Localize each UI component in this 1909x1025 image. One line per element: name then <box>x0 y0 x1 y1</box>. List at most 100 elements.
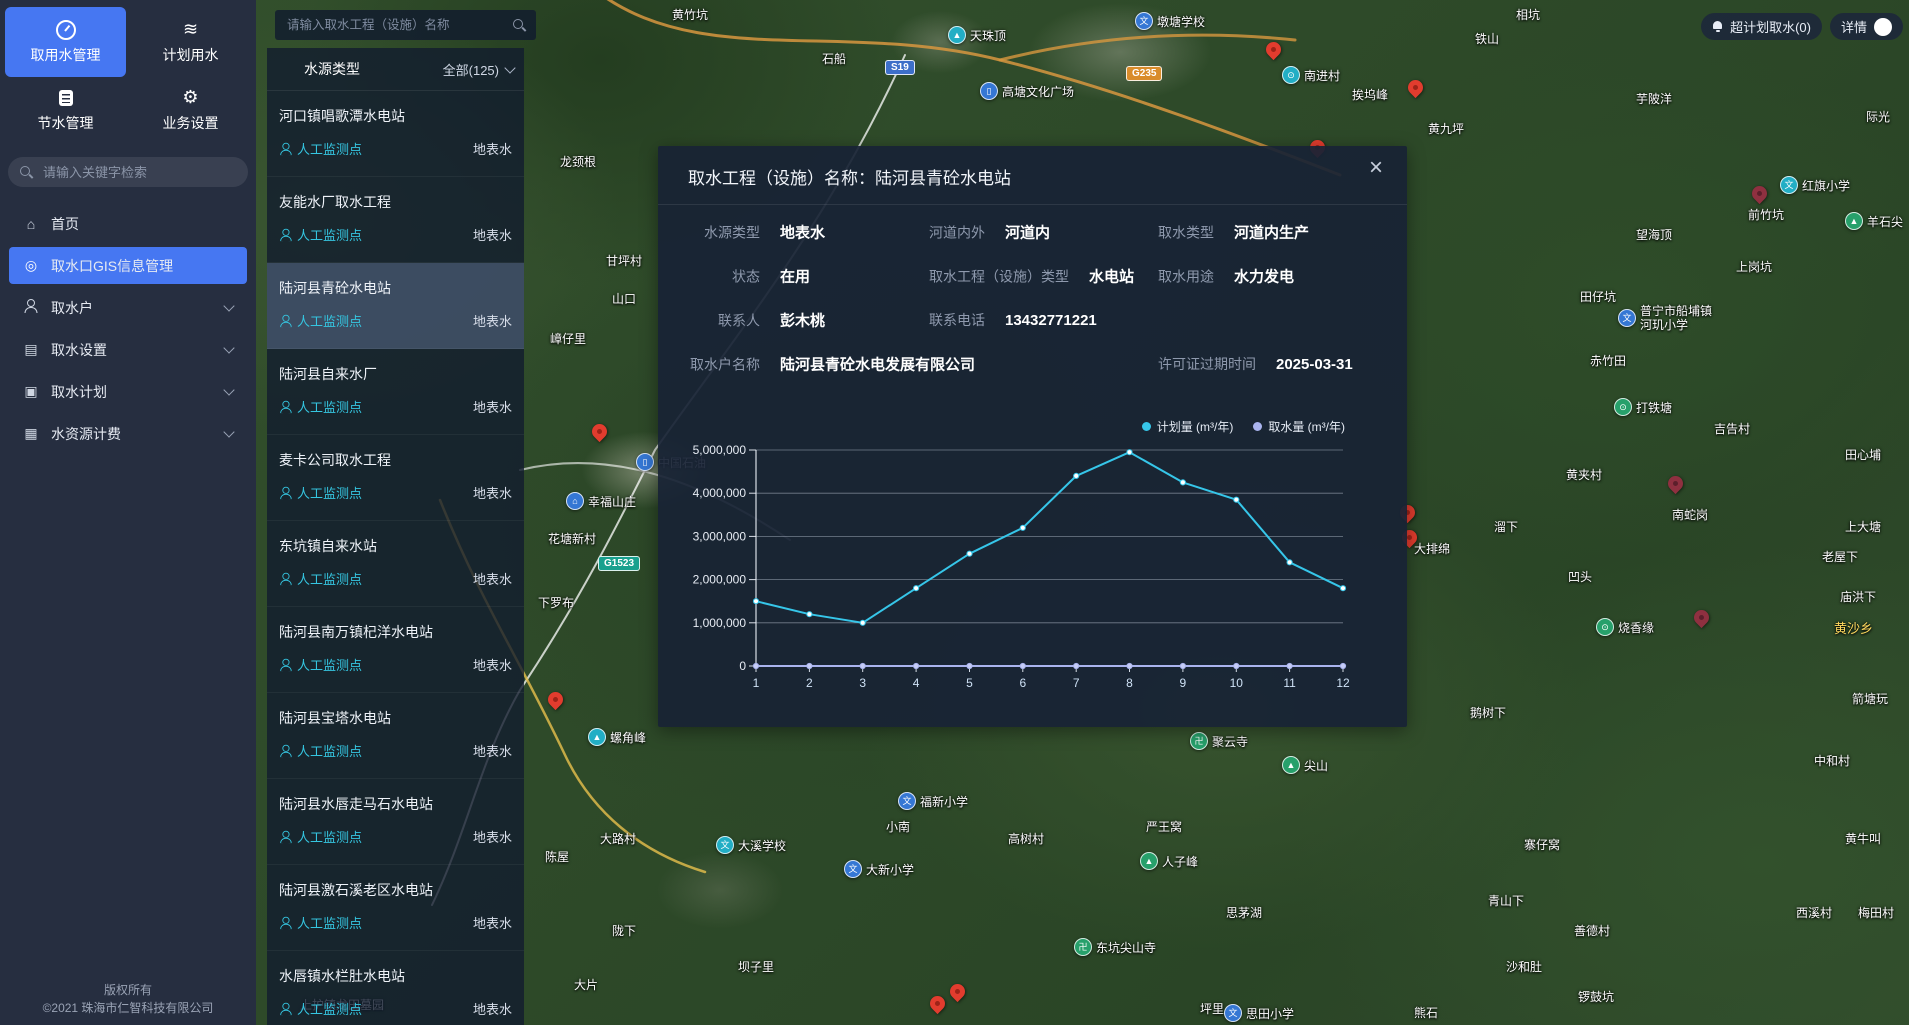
poi-marker-icon[interactable]: ▲ <box>1282 756 1300 774</box>
legend-item[interactable]: 取水量 (m³/年) <box>1253 418 1345 435</box>
over-plan-alert-button[interactable]: 超计划取水(0) <box>1701 13 1822 40</box>
sidebar-search[interactable] <box>8 157 248 187</box>
filter-value: 全部(125) <box>443 60 499 79</box>
station-list-item[interactable]: 陆河县自来水厂人工监测点地表水 <box>267 349 524 435</box>
sidebar-item-billing[interactable]: ▦水资源计费 <box>9 415 247 452</box>
detail-field: 取水工程（设施）类型水电站 <box>929 266 1134 287</box>
quick-nav-document[interactable]: 节水管理 <box>5 81 126 139</box>
map-poi-label: 相坑 <box>1516 6 1540 23</box>
station-name: 陆河县青砼水电站 <box>279 278 512 298</box>
station-list-item[interactable]: 河口镇唱歌潭水电站人工监测点地表水 <box>267 91 524 177</box>
school-marker-icon[interactable]: 文 <box>844 860 862 878</box>
station-search[interactable] <box>275 10 536 40</box>
sidebar-item-user[interactable]: 取水户 <box>9 289 247 326</box>
monitor-label: 人工监测点 <box>297 827 362 846</box>
toggle-knob[interactable] <box>1874 18 1892 36</box>
map-poi-label: 龙颈根 <box>560 153 596 170</box>
quick-nav-waves[interactable]: ≋计划用水 <box>130 7 251 77</box>
monitor-type: 人工监测点 <box>279 569 362 588</box>
detail-toggle[interactable]: 详情 <box>1830 13 1903 40</box>
quick-nav-label: 计划用水 <box>163 45 219 65</box>
sidebar-search-input[interactable] <box>41 164 236 181</box>
close-icon[interactable]: × <box>1369 156 1383 180</box>
poi-marker-icon[interactable]: ⊙ <box>1596 618 1614 636</box>
sidebar-item-plan[interactable]: ▣取水计划 <box>9 373 247 410</box>
station-list-item[interactable]: 陆河县激石溪老区水电站人工监测点地表水 <box>267 865 524 951</box>
station-list-item[interactable]: 陆河县水唇走马石水电站人工监测点 地表水 <box>267 779 524 865</box>
quick-nav-gear[interactable]: ⚙业务设置 <box>130 81 251 139</box>
monitor-type: 人工监测点 <box>279 655 362 674</box>
school-marker-icon[interactable]: 文 <box>1224 1004 1242 1022</box>
map-poi-label: 芋陂洋 <box>1636 90 1672 107</box>
chevron-down-icon <box>504 62 515 73</box>
poi-marker-icon[interactable]: ⊙ <box>1614 398 1632 416</box>
person-icon <box>280 228 292 241</box>
legend-item[interactable]: 计划量 (m³/年) <box>1142 418 1234 435</box>
station-name: 河口镇唱歌潭水电站 <box>279 106 512 126</box>
svg-text:2: 2 <box>806 676 813 690</box>
database-icon: ▤ <box>23 341 39 358</box>
chevron-down-icon <box>223 300 234 311</box>
gear-icon: ⚙ <box>182 88 198 108</box>
detail-fields: 水源类型地表水河道内外河道内取水类型河道内生产状态在用取水工程（设施）类型水电站… <box>658 210 1407 386</box>
station-list: 河口镇唱歌潭水电站人工监测点地表水友能水厂取水工程人工监测点地表水陆河县青砼水电… <box>267 91 524 1025</box>
field-value: 陆河县青砼水电发展有限公司 <box>780 354 975 375</box>
svg-text:9: 9 <box>1180 676 1187 690</box>
station-list-item[interactable]: 陆河县南万镇杞洋水电站人工监测点地表水 <box>267 607 524 693</box>
field-value: 水力发电 <box>1234 266 1294 287</box>
source-type-filter[interactable]: 全部(125) <box>443 60 514 79</box>
water-source-type: 地表水 <box>473 483 512 502</box>
map-poi-label: 嶂仔里 <box>550 330 586 347</box>
map-poi-label: 文大溪学校 <box>716 836 786 854</box>
detail-field: 联系人彭木桃 <box>688 310 825 331</box>
map-poi-label: 文思田小学 <box>1224 1004 1294 1022</box>
school-marker-icon[interactable]: 文 <box>898 792 916 810</box>
field-value: 水电站 <box>1089 266 1134 287</box>
station-list-item[interactable]: 友能水厂取水工程人工监测点地表水 <box>267 177 524 263</box>
poi-marker-icon[interactable]: ▲ <box>948 26 966 44</box>
map-poi-label: 卍聚云寺 <box>1190 732 1248 750</box>
poi-marker-icon[interactable]: ⊙ <box>1282 66 1300 84</box>
svg-text:6: 6 <box>1019 676 1026 690</box>
poi-marker-icon[interactable]: ⌂ <box>566 492 584 510</box>
station-list-item[interactable]: 陆河县青砼水电站人工监测点地表水 <box>267 263 524 349</box>
station-list-item[interactable]: 东坑镇自来水站人工监测点地表水 <box>267 521 524 607</box>
station-search-input[interactable] <box>285 17 507 33</box>
station-list-item[interactable]: 麦卡公司取水工程人工监测点地表水 <box>267 435 524 521</box>
chevron-down-icon <box>223 342 234 353</box>
monitor-label: 人工监测点 <box>297 999 362 1018</box>
map-poi-label: 卍东坑尖山寺 <box>1074 938 1156 956</box>
map-poi-label: 黄沙乡 <box>1834 618 1873 637</box>
station-filter-bar: 水源类型 全部(125) <box>267 48 524 91</box>
map-poi-label: 文红旗小学 <box>1780 176 1850 194</box>
field-value: 河道内 <box>1005 222 1050 243</box>
poi-marker-icon[interactable]: ▯ <box>980 82 998 100</box>
poi-marker-icon[interactable]: 卍 <box>1074 938 1092 956</box>
detail-field: 取水用途水力发电 <box>1158 266 1294 287</box>
sidebar-item-home[interactable]: ⌂首页 <box>9 205 247 242</box>
poi-marker-icon[interactable]: ▲ <box>588 728 606 746</box>
map-poi-label: 高树村 <box>1008 830 1044 847</box>
home-icon: ⌂ <box>23 216 39 232</box>
water-source-type: 地表水 <box>473 827 512 846</box>
school-marker-icon[interactable]: 文 <box>1135 12 1153 30</box>
station-list-item[interactable]: 陆河县宝塔水电站人工监测点地表水 <box>267 693 524 779</box>
station-list-item[interactable]: 水唇镇水栏肚水电站人工监测点地表水 <box>267 951 524 1025</box>
school-marker-icon[interactable]: 文 <box>1618 309 1636 327</box>
station-name: 陆河县水唇走马石水电站 <box>279 794 512 814</box>
poi-marker-icon[interactable]: ▯ <box>636 453 654 471</box>
school-marker-icon[interactable]: 文 <box>716 836 734 854</box>
map-poi-label: 思茅湖 <box>1226 904 1262 921</box>
school-marker-icon[interactable]: 文 <box>1780 176 1798 194</box>
map-poi-label: ▲螺角峰 <box>588 728 646 746</box>
poi-marker-icon[interactable]: 卍 <box>1190 732 1208 750</box>
monitor-type: 人工监测点 <box>279 913 362 932</box>
sidebar-item-location-pin[interactable]: ◎取水口GIS信息管理 <box>9 247 247 284</box>
copyright-line1: 版权所有 <box>0 981 256 999</box>
poi-marker-icon[interactable]: ▲ <box>1845 212 1863 230</box>
quick-nav-gauge[interactable]: 取用水管理 <box>5 7 126 77</box>
map-poi-label: 严王窝 <box>1146 818 1182 835</box>
poi-marker-icon[interactable]: ▲ <box>1140 852 1158 870</box>
sidebar-item-database[interactable]: ▤取水设置 <box>9 331 247 368</box>
svg-text:7: 7 <box>1073 676 1080 690</box>
